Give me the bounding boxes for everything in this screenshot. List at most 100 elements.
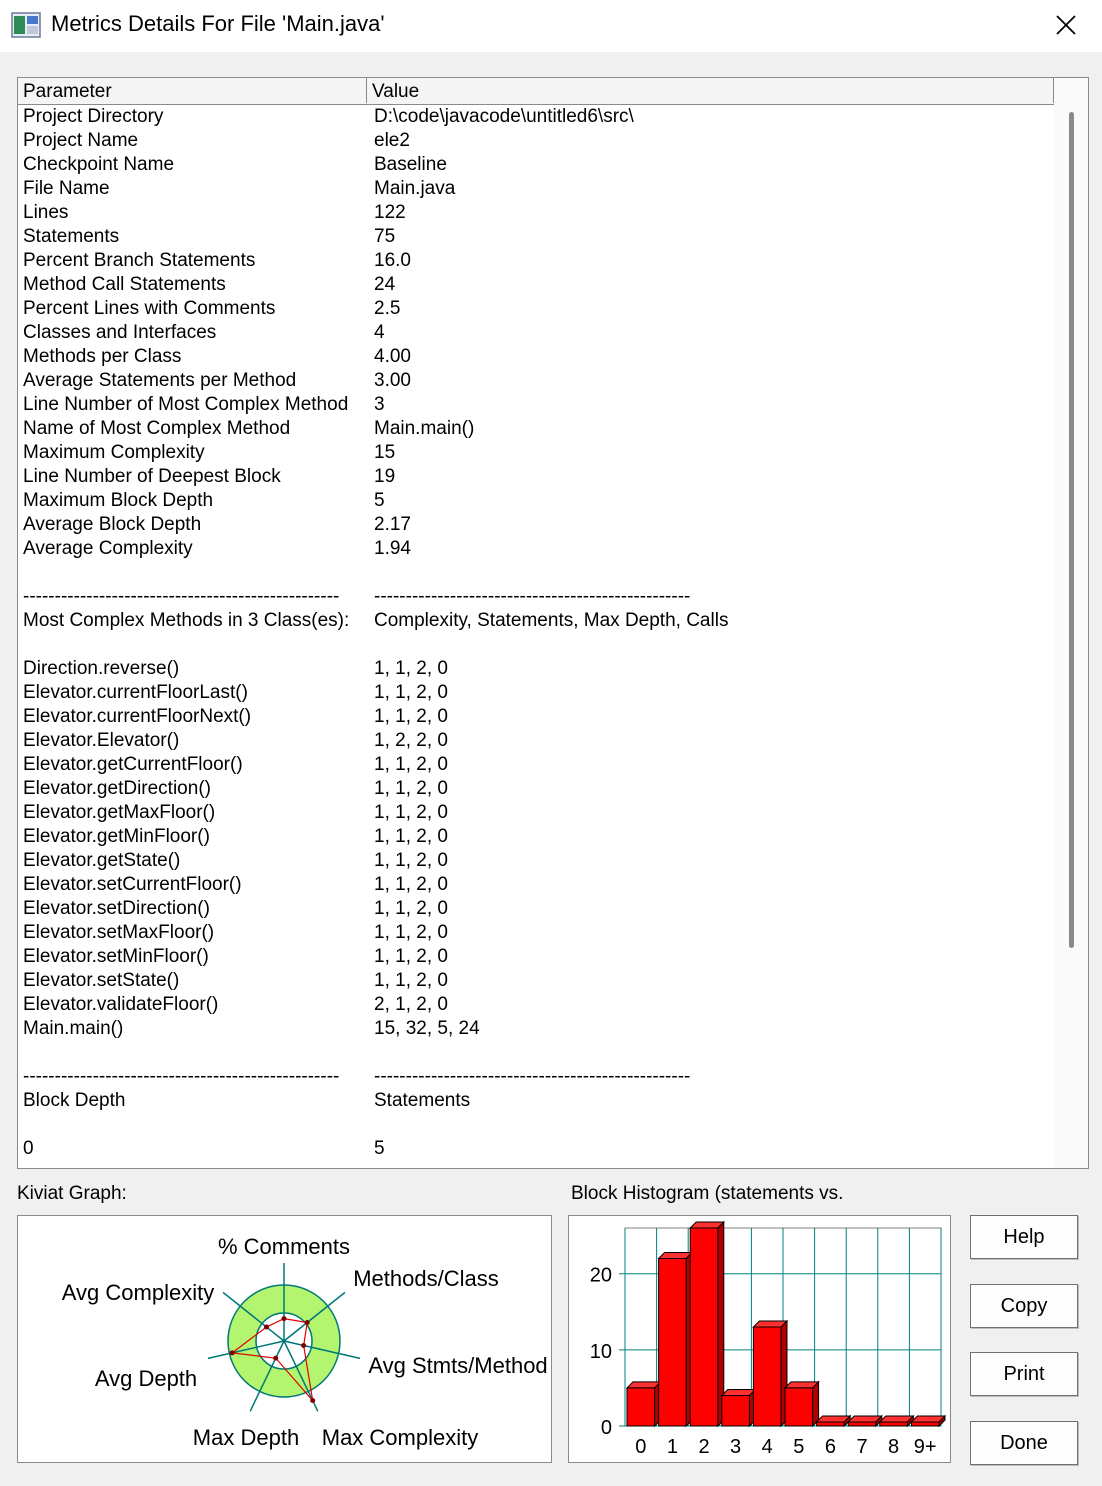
list-item[interactable]: Elevator.setCurrentFloor() 1, 1, 2, 0 [18,873,1054,897]
print-button[interactable]: Print [970,1352,1078,1396]
parameter-cell: Most Complex Methods in 3 Class(es): [23,610,350,631]
parameter-cell: Elevator.setMinFloor() [23,946,209,967]
metrics-list[interactable]: Parameter Value Project Directory D:\code… [17,77,1089,1169]
value-cell: 3 [374,394,385,415]
vertical-scrollbar[interactable] [1054,78,1088,1168]
list-item[interactable] [18,633,1054,657]
kiviat-axis-label: % Comments [218,1234,350,1259]
list-item[interactable]: Elevator.setMinFloor() 1, 1, 2, 0 [18,945,1054,969]
histogram-bar [657,1251,694,1428]
parameter-cell: Elevator.getCurrentFloor() [23,754,243,775]
parameter-cell: Maximum Complexity [23,442,205,463]
parameter-cell: Elevator.setState() [23,970,180,991]
list-item[interactable]: Maximum Complexity 15 [18,441,1054,465]
list-item[interactable]: Main.main() 15, 32, 5, 24 [18,1017,1054,1041]
column-header-parameter[interactable]: Parameter [18,78,367,103]
histogram-x-tick-label: 0 [635,1436,646,1458]
window-title: Metrics Details For File 'Main.java' [51,11,385,36]
list-item[interactable]: Classes and Interfaces 4 [18,321,1054,345]
histogram-x-tick-label: 3 [730,1436,741,1458]
list-item[interactable]: Most Complex Methods in 3 Class(es): Comp… [18,609,1054,633]
value-cell: 1, 1, 2, 0 [374,826,448,847]
list-item[interactable]: Name of Most Complex Method Main.main() [18,417,1054,441]
list-item[interactable]: Elevator.getDirection() 1, 1, 2, 0 [18,777,1054,801]
list-item[interactable]: Elevator.currentFloorLast() 1, 1, 2, 0 [18,681,1054,705]
value-cell: Main.main() [374,418,475,439]
list-item[interactable]: Maximum Block Depth 5 [18,489,1054,513]
list-item[interactable]: Checkpoint Name Baseline [18,153,1054,177]
scrollbar-thumb[interactable] [1069,112,1074,948]
list-item[interactable]: Average Block Depth 2.17 [18,513,1054,537]
histogram-bar [783,1380,820,1428]
parameter-cell: Name of Most Complex Method [23,418,291,439]
list-item[interactable]: Direction.reverse() 1, 1, 2, 0 [18,657,1054,681]
block-histogram: 0 10 20 0 1 2 3 4 5 6 7 8 9+ [568,1215,951,1463]
value-cell: 5 [374,490,385,511]
list-rows: Project Directory D:\code\javacode\untitl… [18,105,1054,1161]
histogram-bar [910,1414,947,1428]
value-cell: 1, 1, 2, 0 [374,658,448,679]
list-item[interactable]: Elevator.currentFloorNext() 1, 1, 2, 0 [18,705,1054,729]
value-cell: 24 [374,274,396,295]
parameter-cell: Line Number of Deepest Block [23,466,281,487]
copy-button[interactable]: Copy [970,1284,1078,1328]
list-item[interactable]: Average Complexity 1.94 [18,537,1054,561]
kiviat-axis-label: Methods/Class [353,1266,499,1291]
kiviat-point [304,1319,310,1325]
histogram-bar [752,1319,789,1428]
list-item[interactable]: Project Name ele2 [18,129,1054,153]
list-item[interactable]: Percent Lines with Comments 2.5 [18,297,1054,321]
value-cell: 15, 32, 5, 24 [374,1018,480,1039]
list-item[interactable]: Percent Branch Statements 16.0 [18,249,1054,273]
list-item[interactable]: Elevator.validateFloor() 2, 1, 2, 0 [18,993,1054,1017]
list-item[interactable] [18,1113,1054,1137]
parameter-cell: Elevator.setMaxFloor() [23,922,215,943]
parameter-cell: Elevator.getState() [23,850,181,871]
list-item[interactable]: Elevator.setState() 1, 1, 2, 0 [18,969,1054,993]
list-item[interactable]: Elevator.getState() 1, 1, 2, 0 [18,849,1054,873]
value-cell: 122 [374,202,406,223]
value-cell: 1, 1, 2, 0 [374,778,448,799]
list-item[interactable]: Elevator.getMinFloor() 1, 1, 2, 0 [18,825,1054,849]
list-item[interactable] [18,561,1054,585]
list-item[interactable]: Block Depth Statements [18,1089,1054,1113]
value-cell: Main.java [374,178,456,199]
parameter-cell: Direction.reverse() [23,658,180,679]
kiviat-axis-label: Max Depth [193,1425,299,1450]
value-cell: 4 [374,322,385,343]
parameter-cell: 0 [23,1138,34,1159]
list-item[interactable]: Lines 122 [18,201,1054,225]
list-item[interactable]: Elevator.getMaxFloor() 1, 1, 2, 0 [18,801,1054,825]
list-item[interactable]: Elevator.Elevator() 1, 2, 2, 0 [18,729,1054,753]
list-item[interactable] [18,1041,1054,1065]
histogram-y-tick-label: 10 [590,1341,612,1363]
list-item[interactable]: 05 [18,1137,1054,1161]
list-item[interactable]: ----------------------------------------… [18,585,1054,609]
kiviat-graph-label: Kiviat Graph: [17,1183,127,1204]
list-item[interactable]: Project Directory D:\code\javacode\untitl… [18,105,1054,129]
value-cell: 2.17 [374,514,411,535]
list-item[interactable]: Line Number of Most Complex Method 3 [18,393,1054,417]
list-item[interactable]: Method Call Statements 24 [18,273,1054,297]
parameter-cell: Elevator.getDirection() [23,778,211,799]
done-button[interactable]: Done [970,1421,1078,1465]
list-item[interactable]: Statements 75 [18,225,1054,249]
list-item[interactable]: Elevator.getCurrentFloor() 1, 1, 2, 0 [18,753,1054,777]
help-button[interactable]: Help [970,1215,1078,1259]
histogram-bar [720,1388,757,1428]
list-item[interactable]: File Name Main.java [18,177,1054,201]
histogram-x-tick-label: 7 [856,1436,867,1458]
column-header-value[interactable]: Value [367,78,1054,103]
histogram-x-tick-label: 6 [825,1436,836,1458]
histogram-x-tick-label: 2 [698,1436,709,1458]
list-item[interactable]: Average Statements per Method 3.00 [18,369,1054,393]
list-item[interactable]: ----------------------------------------… [18,1065,1054,1089]
close-icon [1056,15,1076,35]
close-button[interactable] [1040,0,1092,50]
list-item[interactable]: Elevator.setMaxFloor() 1, 1, 2, 0 [18,921,1054,945]
list-item[interactable]: Methods per Class 4.00 [18,345,1054,369]
value-cell: 1, 1, 2, 0 [374,706,448,727]
list-item[interactable]: Line Number of Deepest Block 19 [18,465,1054,489]
list-item[interactable]: Elevator.setDirection() 1, 1, 2, 0 [18,897,1054,921]
kiviat-point [273,1355,279,1361]
